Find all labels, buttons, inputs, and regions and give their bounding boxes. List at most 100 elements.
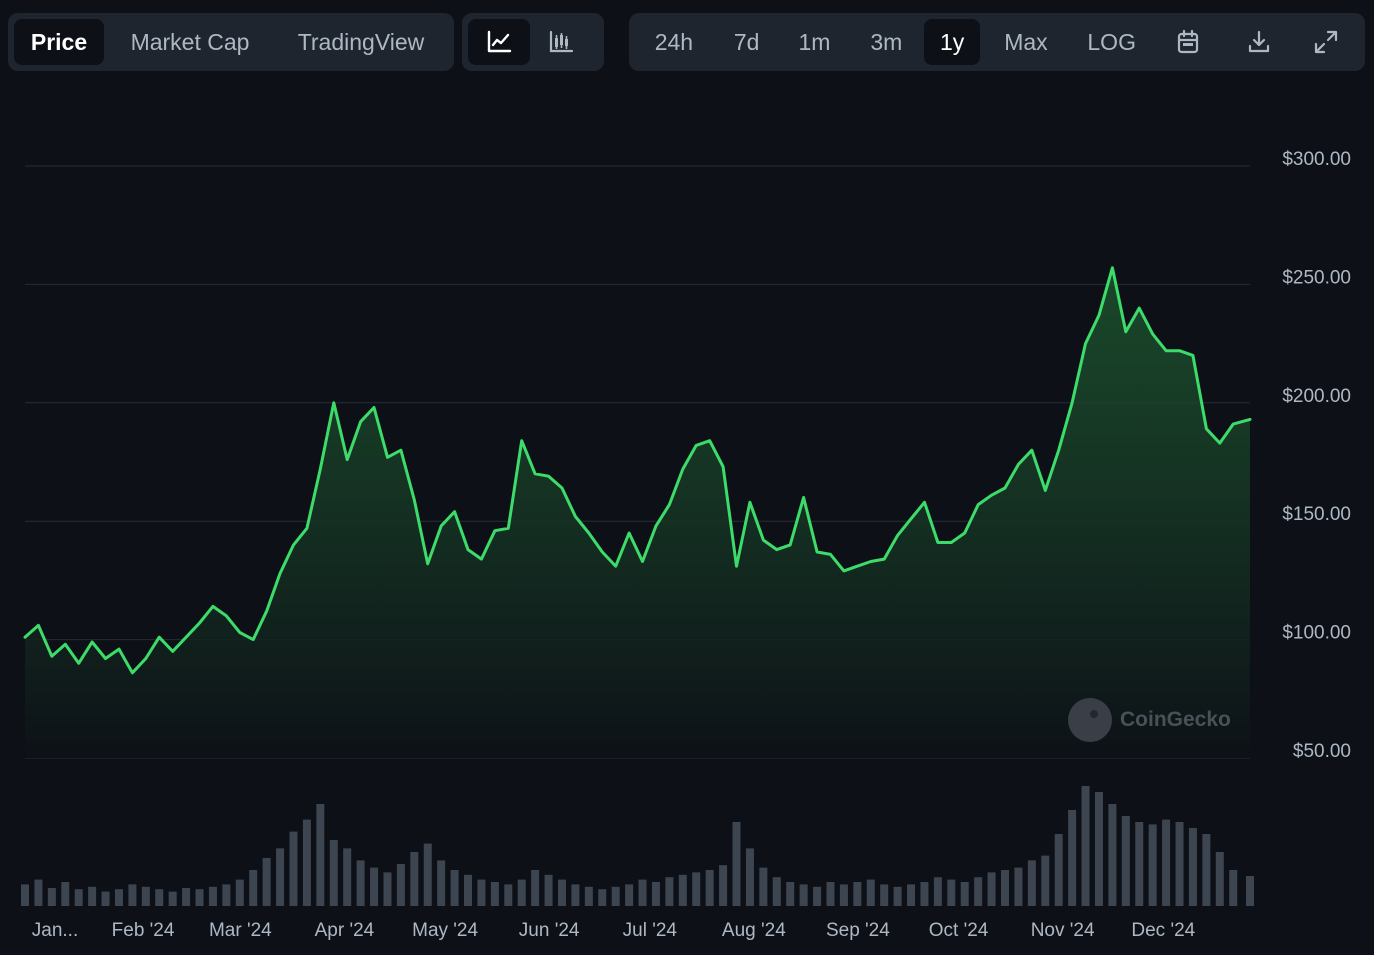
volume-bar [517,879,526,906]
y-tick-label: $300.00 [1282,149,1351,170]
price-point [1232,423,1235,426]
volume-bar [316,804,325,906]
volume-bar [799,884,808,906]
volume-bar [47,888,56,906]
price-point [332,401,335,404]
volume-bar [262,858,271,906]
volume-bar [1148,824,1157,906]
price-point [77,662,80,665]
volume-bar [557,879,566,906]
volume-bar [1094,792,1103,906]
volume-bar [772,877,781,906]
volume-bar [611,886,620,906]
price-point [305,527,308,530]
price-point [748,501,751,504]
price-point [1057,449,1060,452]
price-point [869,560,872,563]
price-point [775,548,778,551]
volume-bar [410,852,419,906]
price-point [292,543,295,546]
price-point [534,472,537,475]
price-point [1017,463,1020,466]
price-point [1124,330,1127,333]
x-tick-label: Jul '24 [623,920,678,941]
price-point [440,524,443,527]
price-point [373,406,376,409]
x-tick-label: May '24 [412,920,478,941]
price-point [493,529,496,532]
price-point [628,532,631,535]
volume-bar [1135,822,1144,906]
price-point [614,565,617,568]
price-point [856,565,859,568]
price-point [695,444,698,447]
price-point [977,503,980,506]
price-point [185,636,188,639]
volume-bar [719,865,728,906]
price-point [963,532,966,535]
x-tick-label: Nov '24 [1031,920,1095,941]
volume-bar [759,867,768,906]
volume-bar [826,882,835,906]
volume-bar [114,889,123,906]
volume-bar [544,874,553,906]
price-point [1004,487,1007,490]
volume-bar [584,886,593,906]
price-point [104,657,107,660]
volume-bar [920,882,929,906]
volume-bar [1001,870,1009,906]
volume-bar [1108,804,1117,906]
coingecko-logo-icon [1068,698,1112,742]
price-point [816,550,819,553]
price-point [1138,307,1141,310]
price-point [722,465,725,468]
price-point [37,624,40,627]
volume-bar [531,870,540,906]
price-point [829,553,832,556]
price-point [1084,342,1087,345]
x-tick-label: Mar '24 [209,920,272,941]
volume-bar [1246,876,1254,906]
y-axis-labels: $300.00 $250.00 $200.00 $150.00 $100.00 $50.0… [1282,149,1351,762]
price-chart[interactable]: $300.00 $250.00 $200.00 $150.00 $100.00 $50.0… [0,0,1374,955]
x-tick-label: Feb '24 [112,920,175,941]
volume-bar [235,879,244,906]
volume-bar [678,874,687,906]
price-point [1030,449,1033,452]
volume-bar [813,886,822,906]
price-point [467,548,470,551]
volume-bar [907,884,916,906]
volume-bar [141,886,150,906]
price-area [23,266,1252,758]
volume-bar [880,884,889,906]
price-point [171,650,174,653]
price-point [923,501,926,504]
price-point [1178,349,1181,352]
volume-bar [1054,834,1063,906]
volume-bar [947,879,956,906]
price-point [24,636,27,639]
price-point [225,614,228,617]
coingecko-watermark: CoinGecko [1068,697,1231,743]
x-axis-labels: Jan... Feb '24 Mar '24 Apr '24 May '24 Jun '2… [32,920,1196,941]
price-point [480,558,483,561]
volume-bar [343,848,352,906]
volume-bar [1121,816,1130,906]
volume-bar [396,864,405,906]
price-point [990,494,993,497]
price-point [587,532,590,535]
price-point [789,543,792,546]
price-point [681,468,684,471]
price-point [896,534,899,537]
volume-bar [464,874,473,906]
price-point [936,541,939,544]
volume-bar [289,831,298,906]
x-tick-label: Jun '24 [519,920,580,941]
volume-bar [732,822,741,906]
volume-bar [651,882,660,906]
price-point [413,498,416,501]
price-point [910,517,913,520]
volume-bar [1229,870,1238,906]
price-point [1151,333,1154,336]
price-point [507,527,510,530]
